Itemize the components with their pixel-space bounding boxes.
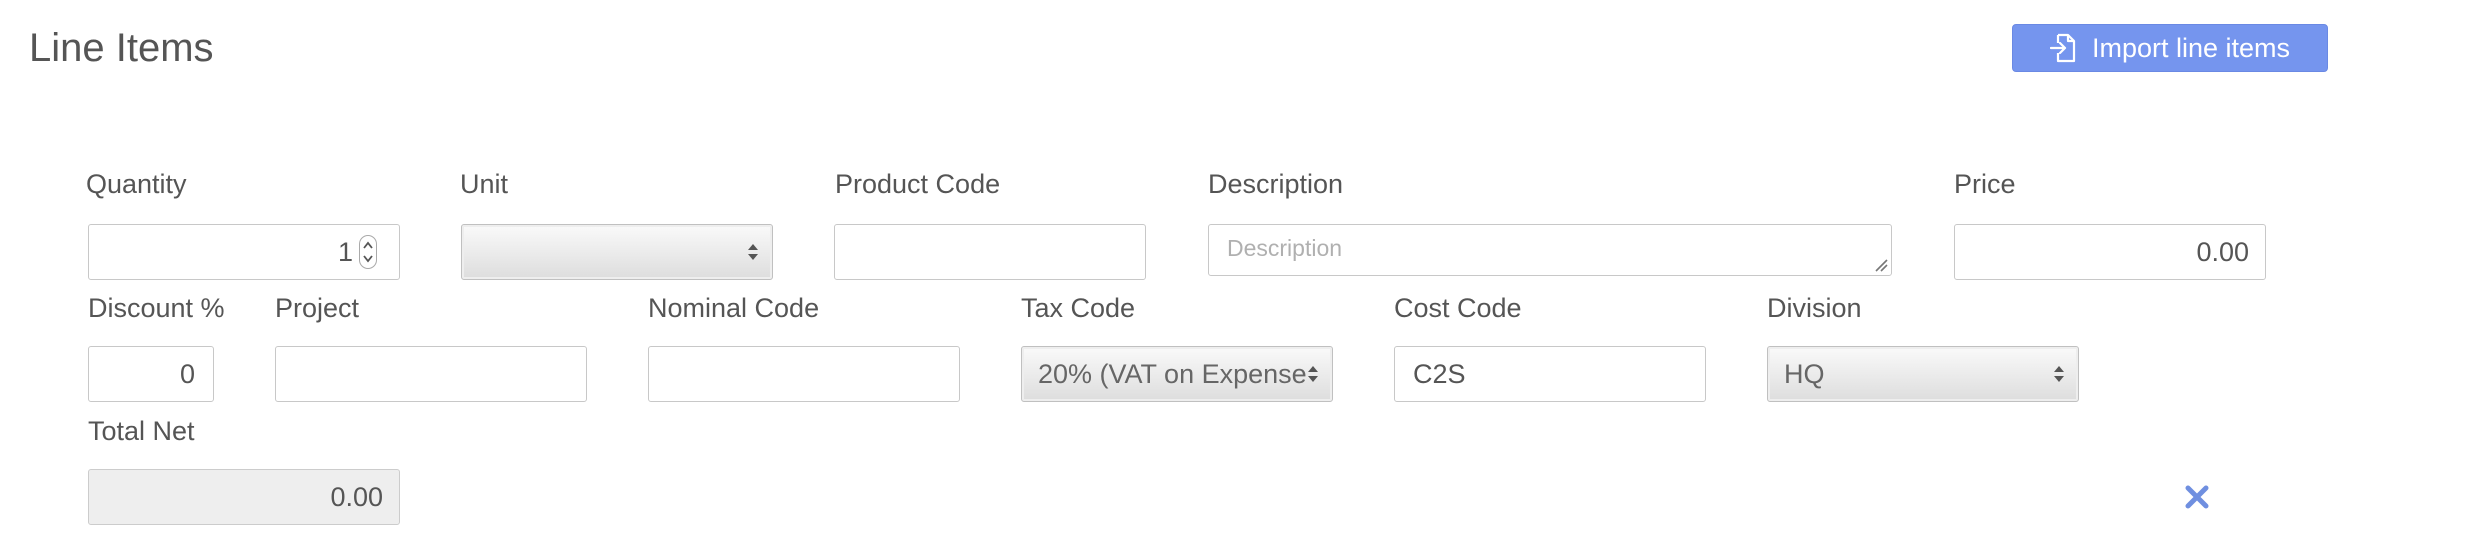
quantity-input[interactable]: 1	[88, 224, 400, 280]
import-button-label: Import line items	[2091, 32, 2291, 63]
quantity-value: 1	[337, 236, 353, 267]
nominal-code-label: Nominal Code	[648, 293, 820, 323]
import-line-items-button[interactable]: Import line items	[2012, 24, 2328, 72]
sort-arrows-icon	[1306, 363, 1320, 385]
description-placeholder: Description	[1227, 235, 1343, 261]
price-value: 0.00	[2196, 236, 2249, 267]
resize-grip-icon[interactable]	[1874, 258, 1888, 272]
sort-arrows-icon	[746, 241, 760, 263]
cost-code-label: Cost Code	[1394, 293, 1522, 323]
discount-value: 0	[179, 358, 195, 389]
price-label: Price	[1954, 169, 2016, 199]
product-code-input[interactable]	[834, 224, 1146, 280]
nominal-code-input[interactable]	[648, 346, 960, 402]
unit-select[interactable]	[461, 224, 773, 280]
close-icon[interactable]	[2184, 484, 2210, 510]
description-textarea[interactable]: Description	[1208, 224, 1892, 276]
division-label: Division	[1767, 293, 1862, 323]
price-input[interactable]: 0.00	[1954, 224, 2266, 280]
project-label: Project	[275, 293, 360, 323]
page-title: Line Items	[29, 26, 214, 70]
file-import-icon	[2049, 33, 2076, 63]
tax-code-selected-value: 20% (VAT on Expenses)	[1038, 358, 1306, 389]
tax-code-label: Tax Code	[1021, 293, 1136, 323]
cost-code-value: C2S	[1413, 358, 1466, 389]
description-label: Description	[1208, 169, 1344, 199]
quantity-label: Quantity	[86, 169, 187, 199]
number-spinner-icon[interactable]	[359, 235, 377, 269]
total-net-field: 0.00	[88, 469, 400, 525]
division-select[interactable]: HQ	[1767, 346, 2079, 402]
cost-code-input[interactable]: C2S	[1394, 346, 1706, 402]
discount-label: Discount %	[88, 293, 225, 323]
discount-input[interactable]: 0	[88, 346, 214, 402]
unit-label: Unit	[460, 169, 509, 199]
sort-arrows-icon	[2052, 363, 2066, 385]
total-net-label: Total Net	[88, 416, 195, 446]
project-input[interactable]	[275, 346, 587, 402]
division-selected-value: HQ	[1784, 358, 1825, 389]
total-net-value: 0.00	[330, 481, 383, 512]
product-code-label: Product Code	[835, 169, 1001, 199]
tax-code-select[interactable]: 20% (VAT on Expenses)	[1021, 346, 1333, 402]
